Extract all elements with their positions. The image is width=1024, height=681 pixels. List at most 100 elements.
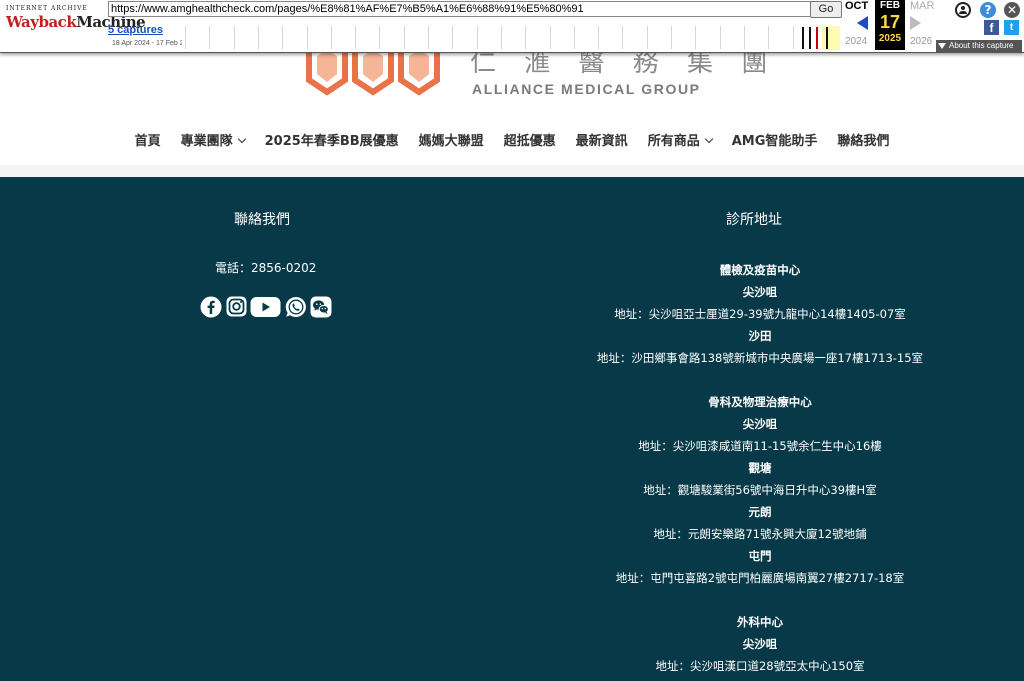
sparkline-month-tick bbox=[646, 26, 648, 49]
sparkline-month-tick bbox=[500, 26, 502, 49]
sparkline-month-tick bbox=[719, 26, 721, 49]
nav-ai-assistant[interactable]: AMG智能助手 bbox=[732, 130, 818, 149]
wechat-icon[interactable] bbox=[310, 296, 332, 318]
next-year-label: 2026 bbox=[910, 36, 933, 47]
clinic-category: 外科中心 bbox=[737, 615, 783, 629]
nav-news[interactable]: 最新資訊 bbox=[576, 130, 628, 149]
logo-chinese-name: 仁 滙 醫 務 集 團 bbox=[470, 52, 778, 74]
header-divider bbox=[0, 165, 1024, 177]
sparkline-month-tick bbox=[452, 26, 454, 49]
contact-title: 聯絡我們 bbox=[234, 212, 290, 228]
prev-month-label[interactable]: OCT bbox=[845, 0, 868, 12]
clinic-address-list: 體檢及疫苗中心 尖沙咀地址：尖沙咀亞士厘道29-39號九龍中心14樓1405-07… bbox=[560, 259, 960, 677]
clinic-spacer bbox=[560, 589, 960, 611]
chevron-down-icon bbox=[704, 134, 713, 144]
clinic-category: 骨科及物理治療中心 bbox=[708, 395, 812, 409]
capture-sparkline[interactable] bbox=[185, 26, 840, 50]
nav-label: 首頁 bbox=[134, 134, 161, 149]
nav-team[interactable]: 專業團隊 bbox=[180, 130, 246, 149]
sparkline-month-tick bbox=[768, 26, 770, 49]
clinic-address: 地址：尖沙咀漆咸道南11-15號余仁生中心16樓 bbox=[638, 439, 882, 453]
current-month: FEB bbox=[880, 0, 900, 11]
sparkline-month-tick bbox=[379, 26, 381, 49]
clinic-district: 沙田 bbox=[748, 329, 772, 343]
wayback-logo[interactable]: INTERNET ARCHIVE WaybackMachine bbox=[6, 5, 146, 39]
prev-year-label[interactable]: 2024 bbox=[845, 36, 867, 47]
go-button[interactable]: Go bbox=[810, 1, 842, 18]
footer: 聯絡我們 電話：2856-0202 診所地址 體檢及疫苗中心 尖沙咀 地址：尖沙… bbox=[0, 177, 1024, 681]
clinic-address: 地址：元朗安樂路71號永興大廈12號地鋪 bbox=[653, 527, 867, 541]
twitter-share-icon[interactable]: t bbox=[1004, 20, 1019, 35]
capture-bar[interactable] bbox=[816, 27, 818, 49]
sparkline-month-tick bbox=[282, 26, 284, 49]
wayback-toolbar: INTERNET ARCHIVE WaybackMachine https://… bbox=[0, 0, 1024, 53]
sparkline-month-tick bbox=[330, 26, 332, 49]
site-header: 仁 滙 醫 務 集 團 ALLIANCE MEDICAL GROUP 首頁 專業團… bbox=[0, 52, 1024, 166]
nav-all-products[interactable]: 所有商品 bbox=[647, 130, 713, 149]
nav-bb-expo[interactable]: 2025年春季BB展優惠 bbox=[265, 130, 399, 149]
sparkline-month-tick bbox=[598, 26, 600, 49]
clinic-address: 地址：尖沙咀亞士厘道29-39號九龍中心14樓1405-07室 bbox=[614, 307, 906, 321]
nav-label: 專業團隊 bbox=[180, 134, 233, 149]
amg-logo[interactable] bbox=[303, 52, 448, 100]
captures-link[interactable]: 5 captures bbox=[108, 24, 163, 36]
help-icon[interactable]: ? bbox=[980, 2, 996, 18]
sparkline-month-tick bbox=[428, 26, 429, 49]
clinic-spacer bbox=[560, 369, 960, 391]
sparkline-month-tick bbox=[671, 26, 672, 49]
nav-label: 所有商品 bbox=[647, 134, 700, 149]
wayback-url-input[interactable]: https://www.amghealthcheck.com/pages/%E8… bbox=[108, 1, 811, 17]
user-icon[interactable] bbox=[955, 2, 971, 18]
clinic-district: 尖沙咀 bbox=[742, 285, 778, 299]
sparkline-month-tick bbox=[233, 26, 235, 49]
close-icon[interactable]: ✕ bbox=[1004, 2, 1020, 18]
about-capture-button[interactable]: About this capture bbox=[936, 40, 1022, 52]
clinic-address: 地址：尖沙咀漢口道28號亞太中心150室 bbox=[655, 659, 865, 673]
clinic-address: 地址：沙田鄉事會路138號新城市中央廣場一座17樓1713-15室 bbox=[596, 351, 924, 365]
sparkline-month-tick bbox=[525, 26, 527, 49]
capture-bar[interactable] bbox=[826, 27, 828, 49]
whatsapp-icon[interactable] bbox=[285, 296, 307, 318]
current-year: 2025 bbox=[878, 33, 902, 44]
chevron-down-icon bbox=[237, 134, 246, 144]
nav-home[interactable]: 首頁 bbox=[135, 130, 161, 149]
clinic-district: 觀塘 bbox=[748, 461, 772, 475]
current-capture-highlight bbox=[822, 26, 840, 50]
sparkline-month-tick bbox=[695, 26, 697, 49]
clinic-district: 尖沙咀 bbox=[742, 637, 778, 651]
instagram-icon[interactable] bbox=[226, 296, 247, 317]
nav-label: 媽媽大聯盟 bbox=[418, 134, 484, 149]
sparkline-month-tick bbox=[476, 26, 478, 49]
capture-bar[interactable] bbox=[809, 27, 811, 49]
next-capture-arrow-icon bbox=[910, 16, 921, 30]
prev-capture-arrow-icon[interactable] bbox=[857, 16, 868, 30]
nav-deals[interactable]: 超抵優惠 bbox=[504, 130, 556, 149]
nav-contact[interactable]: 聯絡我們 bbox=[837, 130, 889, 149]
phone-number[interactable]: 電話：2856-0202 bbox=[215, 259, 316, 276]
clinic-address: 地址：觀塘駿業街56號中海日升中心39樓H室 bbox=[643, 483, 877, 497]
facebook-share-icon[interactable]: f bbox=[984, 20, 999, 35]
sparkline-month-tick bbox=[355, 26, 357, 49]
sparkline-month-tick bbox=[743, 26, 745, 49]
clinic-category: 體檢及疫苗中心 bbox=[719, 263, 801, 277]
clinic-district: 元朗 bbox=[748, 505, 772, 519]
wayback-logo-top: INTERNET ARCHIVE bbox=[6, 5, 88, 12]
nav-label: 聯絡我們 bbox=[837, 134, 890, 149]
nav-label: 超抵優惠 bbox=[503, 134, 556, 149]
clinic-address-title: 診所地址 bbox=[726, 212, 782, 228]
current-day: 17 bbox=[879, 12, 901, 32]
sparkline-month-tick bbox=[257, 26, 259, 49]
next-month-label: MAR bbox=[910, 0, 935, 12]
nav-label: 最新資訊 bbox=[575, 134, 628, 149]
sparkline-month-tick bbox=[573, 26, 575, 49]
main-nav: 首頁 專業團隊 2025年春季BB展優惠 媽媽大聯盟 超抵優惠 最新資訊 所有商品 AMG智能… bbox=[0, 130, 1024, 149]
youtube-icon[interactable] bbox=[250, 296, 281, 318]
facebook-icon[interactable] bbox=[200, 296, 222, 318]
capture-bar[interactable] bbox=[802, 27, 804, 49]
sparkline-month-tick bbox=[209, 26, 211, 49]
nav-label: 2025年春季BB展優惠 bbox=[264, 134, 399, 149]
wayback-logo-word1: Wayback bbox=[6, 13, 77, 31]
nav-mama-league[interactable]: 媽媽大聯盟 bbox=[419, 130, 484, 149]
sparkline-month-tick bbox=[549, 26, 551, 49]
nav-label: AMG智能助手 bbox=[731, 134, 818, 149]
